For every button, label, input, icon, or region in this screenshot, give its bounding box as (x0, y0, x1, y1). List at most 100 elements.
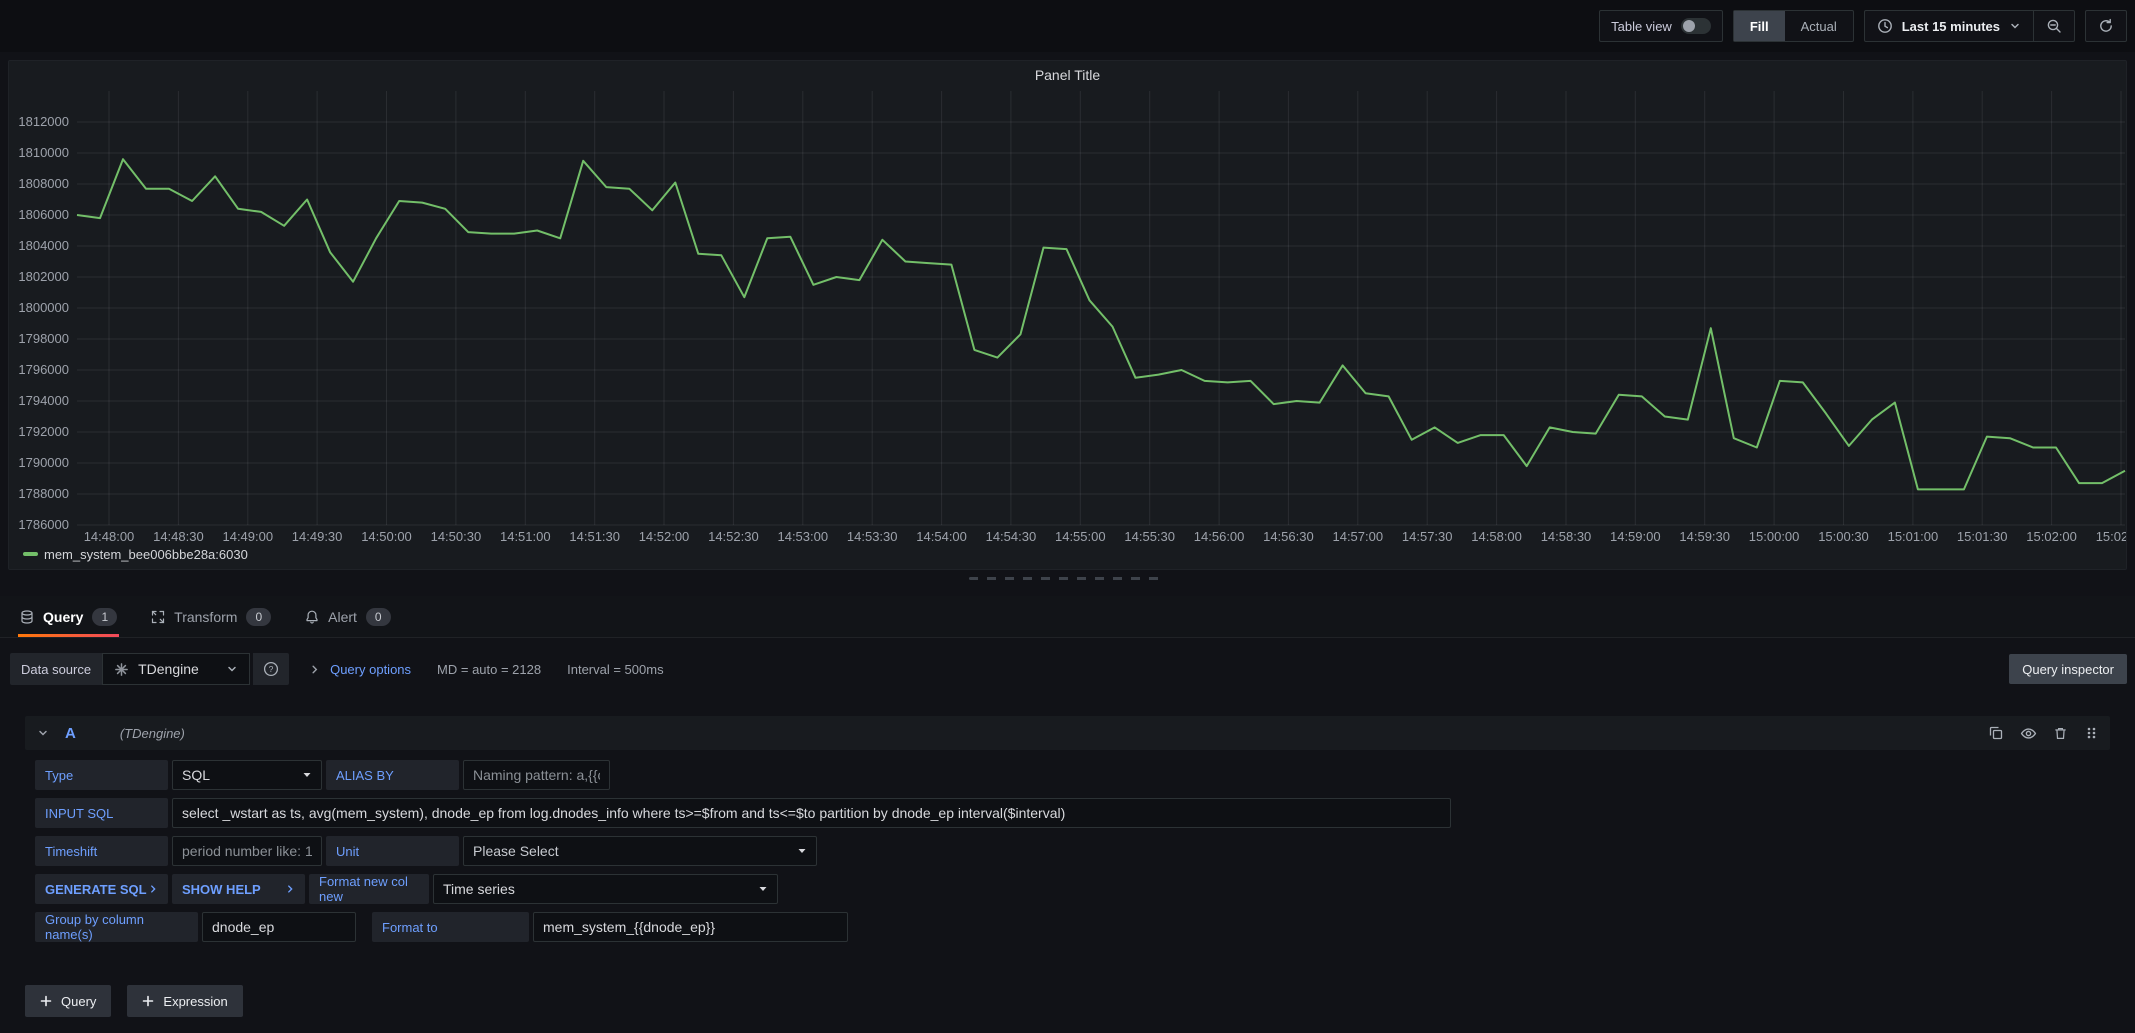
group-by-input[interactable] (202, 912, 356, 942)
add-query-label: Query (61, 994, 96, 1009)
refresh-button[interactable] (2086, 11, 2126, 41)
format-label: Format new col new (309, 874, 429, 904)
svg-text:14:53:00: 14:53:00 (777, 529, 828, 544)
svg-text:14:57:00: 14:57:00 (1332, 529, 1383, 544)
transform-count-badge: 0 (246, 608, 271, 626)
generate-sql-label: GENERATE SQL (45, 882, 147, 897)
unit-label: Unit (326, 836, 459, 866)
svg-text:14:50:00: 14:50:00 (361, 529, 412, 544)
plus-icon (142, 995, 154, 1007)
type-select[interactable]: SQL (172, 760, 322, 790)
svg-text:15:01:00: 15:01:00 (1888, 529, 1939, 544)
datasource-help-button[interactable]: ? (253, 653, 289, 685)
time-range-picker[interactable]: Last 15 minutes (1865, 11, 2033, 41)
svg-text:1794000: 1794000 (18, 393, 69, 408)
add-query-button[interactable]: Query (25, 985, 111, 1017)
svg-text:1802000: 1802000 (18, 269, 69, 284)
type-label: Type (35, 760, 168, 790)
hide-query-eye-icon[interactable] (2020, 725, 2037, 742)
svg-text:14:48:30: 14:48:30 (153, 529, 204, 544)
svg-text:14:51:30: 14:51:30 (569, 529, 620, 544)
chevron-right-icon (309, 664, 320, 675)
max-data-points-info: MD = auto = 2128 (437, 662, 541, 677)
svg-text:14:51:00: 14:51:00 (500, 529, 551, 544)
editor-tabs-bar: Query 1 Transform 0 Alert 0 (0, 596, 2135, 638)
datasource-picker[interactable]: TDengine (102, 653, 250, 685)
group-by-label: Group by column name(s) (35, 912, 198, 942)
fill-option[interactable]: Fill (1734, 11, 1785, 41)
form-row-format: GENERATE SQL SHOW HELP Format new col ne… (35, 874, 2110, 904)
unit-select-value: Please Select (473, 843, 559, 859)
add-expression-button[interactable]: Expression (127, 985, 242, 1017)
editor-footer: Query Expression (25, 985, 243, 1017)
alias-by-input[interactable] (463, 760, 610, 790)
svg-text:14:48:00: 14:48:00 (84, 529, 135, 544)
svg-text:1804000: 1804000 (18, 238, 69, 253)
input-sql-input[interactable] (172, 798, 1451, 828)
timeshift-label: Timeshift (35, 836, 168, 866)
svg-text:14:53:30: 14:53:30 (847, 529, 898, 544)
svg-text:1786000: 1786000 (18, 517, 69, 532)
format-select[interactable]: Time series (433, 874, 778, 904)
delete-query-trash-icon[interactable] (2053, 726, 2068, 741)
svg-text:1808000: 1808000 (18, 176, 69, 191)
query-options-link: Query options (330, 662, 411, 677)
zoom-out-button[interactable] (2033, 11, 2074, 41)
svg-text:1800000: 1800000 (18, 300, 69, 315)
query-editor-card: A (TDengine) Type SQL ALIAS BY (25, 716, 2110, 942)
query-inspector-button[interactable]: Query inspector (2009, 654, 2127, 684)
form-row-type: Type SQL ALIAS BY (35, 760, 2110, 790)
svg-text:14:56:30: 14:56:30 (1263, 529, 1314, 544)
unit-select[interactable]: Please Select (463, 836, 817, 866)
fill-actual-switch: Fill Actual (1733, 10, 1854, 42)
format-to-input[interactable] (533, 912, 848, 942)
duplicate-query-icon[interactable] (1988, 725, 2004, 741)
svg-text:1792000: 1792000 (18, 424, 69, 439)
format-to-label: Format to (372, 912, 529, 942)
tab-query-label: Query (43, 609, 83, 625)
panel-title[interactable]: Panel Title (9, 61, 2126, 89)
panel-resize-handle[interactable] (969, 577, 1167, 580)
format-select-value: Time series (443, 881, 515, 897)
table-view-toggle[interactable] (1681, 18, 1711, 34)
svg-text:1810000: 1810000 (18, 145, 69, 160)
query-options-toggle[interactable]: Query options (309, 662, 411, 677)
svg-text:14:55:30: 14:55:30 (1124, 529, 1175, 544)
query-form: Type SQL ALIAS BY INPUT SQL Timeshift Un… (25, 760, 2110, 942)
query-row-header[interactable]: A (TDengine) (25, 716, 2110, 750)
drag-handle-icon[interactable] (2084, 725, 2098, 741)
show-help-label: SHOW HELP (182, 882, 261, 897)
svg-text:14:58:00: 14:58:00 (1471, 529, 1522, 544)
form-row-timeshift: Timeshift Unit Please Select (35, 836, 2110, 866)
tab-transform[interactable]: Transform 0 (149, 596, 273, 637)
alias-by-label: ALIAS BY (326, 760, 459, 790)
generate-sql-button[interactable]: GENERATE SQL (35, 874, 168, 904)
show-help-button[interactable]: SHOW HELP (172, 874, 305, 904)
input-sql-label: INPUT SQL (35, 798, 168, 828)
svg-text:14:54:00: 14:54:00 (916, 529, 967, 544)
query-count-badge: 1 (92, 608, 117, 626)
caret-down-icon (302, 770, 312, 780)
time-series-chart: 1812000181000018080001806000180400018020… (9, 89, 2126, 567)
svg-text:14:58:30: 14:58:30 (1541, 529, 1592, 544)
query-row-actions (1988, 725, 2098, 742)
actual-option[interactable]: Actual (1785, 11, 1853, 41)
tab-query[interactable]: Query 1 (18, 596, 119, 637)
time-series-panel: Panel Title 1812000181000018080001806000… (8, 60, 2127, 570)
collapse-chevron-icon[interactable] (37, 727, 49, 739)
time-range-label: Last 15 minutes (1902, 19, 2000, 34)
refresh-icon (2098, 18, 2114, 34)
datasource-row: Data source TDengine ? Query options MD … (10, 652, 2127, 686)
database-icon (20, 610, 34, 624)
svg-text:14:52:30: 14:52:30 (708, 529, 759, 544)
tab-alert[interactable]: Alert 0 (303, 596, 392, 637)
svg-text:1790000: 1790000 (18, 455, 69, 470)
table-view-group: Table view (1599, 10, 1723, 42)
svg-text:1812000: 1812000 (18, 114, 69, 129)
form-row-group-by: Group by column name(s) Format to (35, 912, 2110, 942)
timeshift-input[interactable] (172, 836, 322, 866)
svg-text:14:55:00: 14:55:00 (1055, 529, 1106, 544)
datasource-name: TDengine (138, 661, 199, 677)
svg-text:15:02:00: 15:02:00 (2026, 529, 2077, 544)
add-expression-label: Expression (163, 994, 227, 1009)
